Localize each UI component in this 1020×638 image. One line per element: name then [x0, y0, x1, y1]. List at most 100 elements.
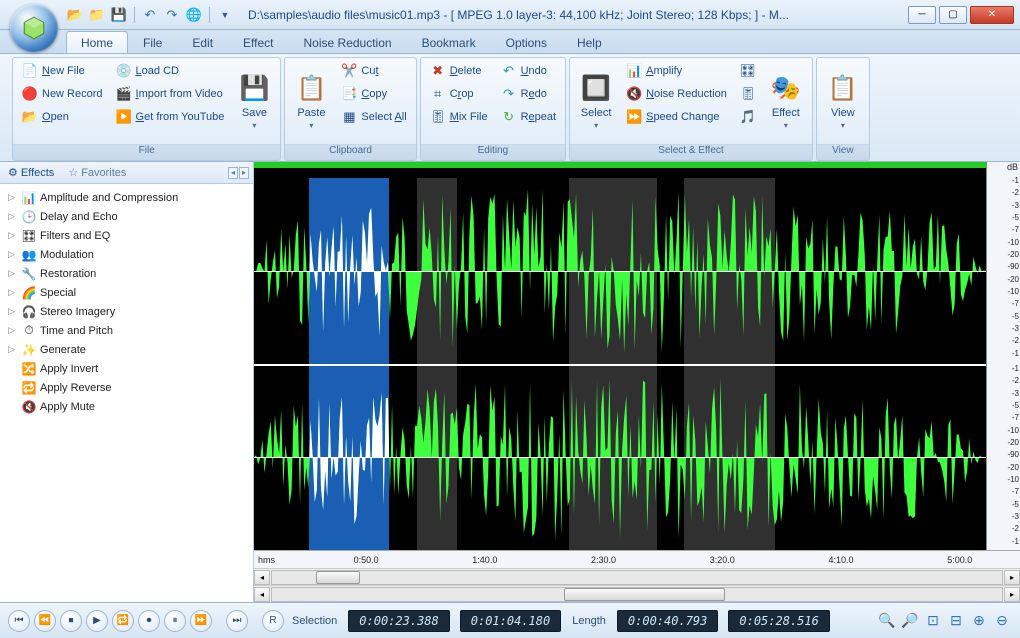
select-all-button[interactable]: ▦Select All: [336, 106, 411, 128]
effect-extra2[interactable]: 🎚: [735, 83, 761, 105]
qat-refresh-icon[interactable]: 🌐: [185, 6, 203, 24]
tree-item-amplitude-and-compression[interactable]: ▷📊Amplitude and Compression: [4, 188, 253, 207]
pause-button[interactable]: ⏸: [164, 610, 186, 632]
qat-open2-icon[interactable]: 📁: [88, 6, 106, 24]
qat-customize-icon[interactable]: ▼: [216, 6, 234, 24]
db-tick: -2: [1012, 376, 1019, 385]
zoom-in-h-button[interactable]: 🔍: [877, 611, 897, 631]
sidebar-collapse-right[interactable]: ▸: [239, 167, 249, 179]
crop-button[interactable]: ⌗Crop: [425, 83, 493, 105]
video-icon: 🎬: [116, 86, 132, 102]
r-button[interactable]: R: [262, 610, 284, 632]
redo-button[interactable]: ↷Redo: [496, 83, 562, 105]
tab-help[interactable]: Help: [562, 31, 617, 53]
amplify-button[interactable]: 📊Amplify: [621, 60, 732, 82]
zoom-out-h-button[interactable]: 🔎: [900, 611, 920, 631]
scroll-right-button[interactable]: ▸: [1004, 570, 1020, 585]
record-button[interactable]: ⏺: [138, 610, 160, 632]
tab-bookmark[interactable]: Bookmark: [407, 31, 491, 53]
view-button[interactable]: 📋 View▾: [821, 60, 865, 142]
new-file-button[interactable]: 📄New File: [17, 60, 108, 82]
loop-button[interactable]: 🔁: [112, 610, 134, 632]
speed-change-button[interactable]: ⏩Speed Change: [621, 106, 732, 128]
noise-reduction-button[interactable]: 🔇Noise Reduction: [621, 83, 732, 105]
load-cd-button[interactable]: 💿Load CD: [111, 60, 230, 82]
zoom-fit-button[interactable]: ⊡: [923, 611, 943, 631]
tree-item-time-and-pitch[interactable]: ▷⏱Time and Pitch: [4, 321, 253, 340]
zoom-out-v-button[interactable]: ⊖: [992, 611, 1012, 631]
scroll-left-button-2[interactable]: ◂: [254, 587, 270, 602]
import-video-button[interactable]: 🎬Import from Video: [111, 83, 230, 105]
tree-item-special[interactable]: ▷🌈Special: [4, 283, 253, 302]
tab-effect[interactable]: Effect: [228, 31, 288, 53]
paste-button[interactable]: 📋 Paste▾: [289, 60, 333, 142]
tree-item-restoration[interactable]: ▷🔧Restoration: [4, 264, 253, 283]
tree-item-apply-reverse[interactable]: ▷🔁Apply Reverse: [4, 378, 253, 397]
effect-extra1[interactable]: 🎛: [735, 60, 761, 82]
go-start-button[interactable]: ⏮: [8, 610, 30, 632]
time-tick: 3:20.0: [710, 555, 735, 565]
db-tick: -3: [1012, 324, 1019, 333]
tree-item-apply-invert[interactable]: ▷🔀Apply Invert: [4, 359, 253, 378]
effects-tree: ▷📊Amplitude and Compression▷🕒Delay and E…: [0, 184, 253, 602]
qat-open-icon[interactable]: 📂: [66, 6, 84, 24]
scroll-right-button-2[interactable]: ▸: [1004, 587, 1020, 602]
save-button[interactable]: 💾 Save▾: [232, 60, 276, 142]
qat-separator: [134, 7, 135, 23]
zoom-sel-button[interactable]: ⊟: [946, 611, 966, 631]
maximize-button[interactable]: ▢: [939, 6, 967, 24]
sidebar-collapse-left[interactable]: ◂: [228, 167, 238, 179]
waveform-display[interactable]: dB -1-2-3-5-7-10-20-90-20-10-7-5-3-2-1 -…: [254, 162, 1020, 550]
qat-save-icon[interactable]: 💾: [110, 6, 128, 24]
horizontal-scrollbar[interactable]: ◂ ▸: [254, 568, 1020, 585]
db-tick: -7: [1012, 413, 1019, 422]
tree-item-stereo-imagery[interactable]: ▷🎧Stereo Imagery: [4, 302, 253, 321]
horizontal-scrollbar-2[interactable]: ◂ ▸: [254, 585, 1020, 602]
copy-button[interactable]: 📑Copy: [336, 83, 411, 105]
delete-button[interactable]: ✖Delete: [425, 60, 493, 82]
tree-item-filters-and-eq[interactable]: ▷🎛Filters and EQ: [4, 226, 253, 245]
get-youtube-button[interactable]: ▶️Get from YouTube: [111, 106, 230, 128]
tree-item-delay-and-echo[interactable]: ▷🕒Delay and Echo: [4, 207, 253, 226]
scroll-thumb[interactable]: [316, 571, 360, 584]
scroll-left-button[interactable]: ◂: [254, 570, 270, 585]
mix-file-button[interactable]: 🎚Mix File: [425, 106, 493, 128]
select-button[interactable]: 🔲 Select▾: [574, 60, 618, 142]
db-tick: -20: [1007, 250, 1019, 259]
minimize-button[interactable]: ─: [908, 6, 936, 24]
go-end-button[interactable]: ⏭: [226, 610, 248, 632]
cut-button[interactable]: ✂️Cut: [336, 60, 411, 82]
selection-end-time: 0:01:04.180: [460, 610, 561, 632]
open-button[interactable]: 📂Open: [17, 106, 108, 128]
fast-forward-button[interactable]: ⏩: [190, 610, 212, 632]
close-button[interactable]: ✕: [970, 6, 1014, 24]
tree-item-generate[interactable]: ▷✨Generate: [4, 340, 253, 359]
qat-undo-icon[interactable]: ↶: [141, 6, 159, 24]
group-editing: ✖Delete ⌗Crop 🎚Mix File ↶Undo ↷Redo ↻Rep…: [420, 57, 566, 161]
tab-file[interactable]: File: [128, 31, 177, 53]
tree-item-apply-mute[interactable]: ▷🔇Apply Mute: [4, 397, 253, 416]
db-tick: -7: [1012, 487, 1019, 496]
play-button[interactable]: ▶: [86, 610, 108, 632]
repeat-button[interactable]: ↻Repeat: [496, 106, 562, 128]
new-record-button[interactable]: 🔴New Record: [17, 83, 108, 105]
sidebar-tab-effects[interactable]: ⚙Effects: [4, 164, 58, 181]
copy-icon: 📑: [341, 86, 357, 102]
app-menu-orb[interactable]: [10, 4, 58, 52]
undo-button[interactable]: ↶Undo: [496, 60, 562, 82]
qat-redo-icon[interactable]: ↷: [163, 6, 181, 24]
tab-edit[interactable]: Edit: [177, 31, 228, 53]
rewind-button[interactable]: ⏪: [34, 610, 56, 632]
zoom-in-v-button[interactable]: ⊕: [969, 611, 989, 631]
scroll-thumb-2[interactable]: [564, 588, 725, 601]
stop-button[interactable]: ⏹: [60, 610, 82, 632]
tree-item-modulation[interactable]: ▷👥Modulation: [4, 245, 253, 264]
effect-extra3[interactable]: 🎵: [735, 106, 761, 128]
expand-caret-icon: ▷: [8, 325, 18, 336]
sidebar-tab-favorites[interactable]: ☆Favorites: [64, 164, 130, 181]
effect-button[interactable]: 🎭 Effect▾: [764, 60, 808, 142]
tab-options[interactable]: Options: [491, 31, 562, 53]
overview-strip[interactable]: [254, 162, 986, 168]
tab-home[interactable]: Home: [66, 31, 128, 53]
tab-noise-reduction[interactable]: Noise Reduction: [289, 31, 407, 53]
